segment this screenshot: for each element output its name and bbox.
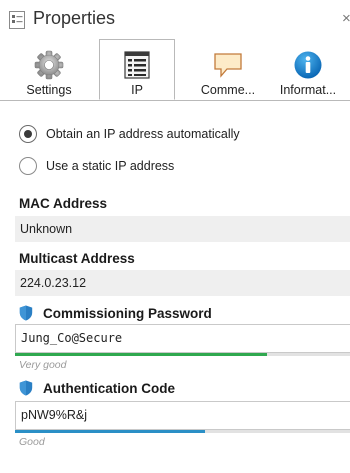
radio-label: Obtain an IP address automatically	[46, 127, 240, 141]
close-icon[interactable]: ×	[342, 10, 350, 27]
properties-panel: Properties × Settings IP Comme... Inform…	[0, 0, 350, 473]
comment-icon	[214, 53, 242, 78]
mac-address-label: MAC Address	[19, 196, 108, 211]
tab-label: IP	[131, 83, 143, 97]
strength-bar-fill	[15, 430, 206, 433]
shield-icon	[19, 380, 33, 396]
commissioning-password-label: Commissioning Password	[43, 305, 212, 321]
tab-settings[interactable]: Settings	[11, 40, 87, 100]
shield-icon	[19, 305, 33, 321]
commissioning-strength-text: Very good	[19, 359, 67, 371]
authentication-strength-bar	[15, 430, 350, 433]
panel-header: Properties ×	[0, 0, 350, 38]
mac-address-value: Unknown	[15, 216, 350, 242]
authentication-code-heading: Authentication Code	[19, 378, 175, 398]
tab-comments[interactable]: Comme...	[190, 40, 266, 100]
tab-label: Settings	[26, 83, 72, 97]
tab-ip[interactable]: IP	[99, 39, 175, 100]
commissioning-strength-bar	[15, 353, 350, 356]
tab-information[interactable]: Informat...	[270, 40, 346, 100]
commissioning-password-input[interactable]: Jung_Co@Secure	[15, 324, 350, 353]
ip-list-icon	[124, 51, 150, 79]
radio-label: Use a static IP address	[46, 159, 175, 173]
commissioning-password-heading: Commissioning Password	[19, 303, 212, 323]
info-icon	[294, 51, 322, 79]
authentication-strength-text: Good	[19, 436, 45, 448]
gear-icon	[34, 50, 64, 80]
radio-use-static-ip[interactable]: Use a static IP address	[19, 156, 174, 176]
radio-obtain-ip-automatically[interactable]: Obtain an IP address automatically	[19, 124, 240, 144]
authentication-code-label: Authentication Code	[43, 380, 175, 396]
properties-icon	[9, 11, 25, 29]
tab-label: Comme...	[200, 83, 256, 97]
radio-button-checked[interactable]	[19, 125, 37, 143]
tab-bar: Settings IP Comme... Informat...	[0, 39, 350, 100]
authentication-code-input[interactable]: pNW9%R&j	[15, 401, 350, 430]
panel-title: Properties	[33, 8, 116, 28]
tab-label: Informat...	[279, 83, 337, 97]
multicast-address-label: Multicast Address	[19, 251, 135, 266]
tab-divider	[0, 100, 350, 101]
radio-button[interactable]	[19, 157, 37, 175]
strength-bar-fill	[15, 353, 267, 356]
multicast-address-value: 224.0.23.12	[15, 270, 350, 296]
